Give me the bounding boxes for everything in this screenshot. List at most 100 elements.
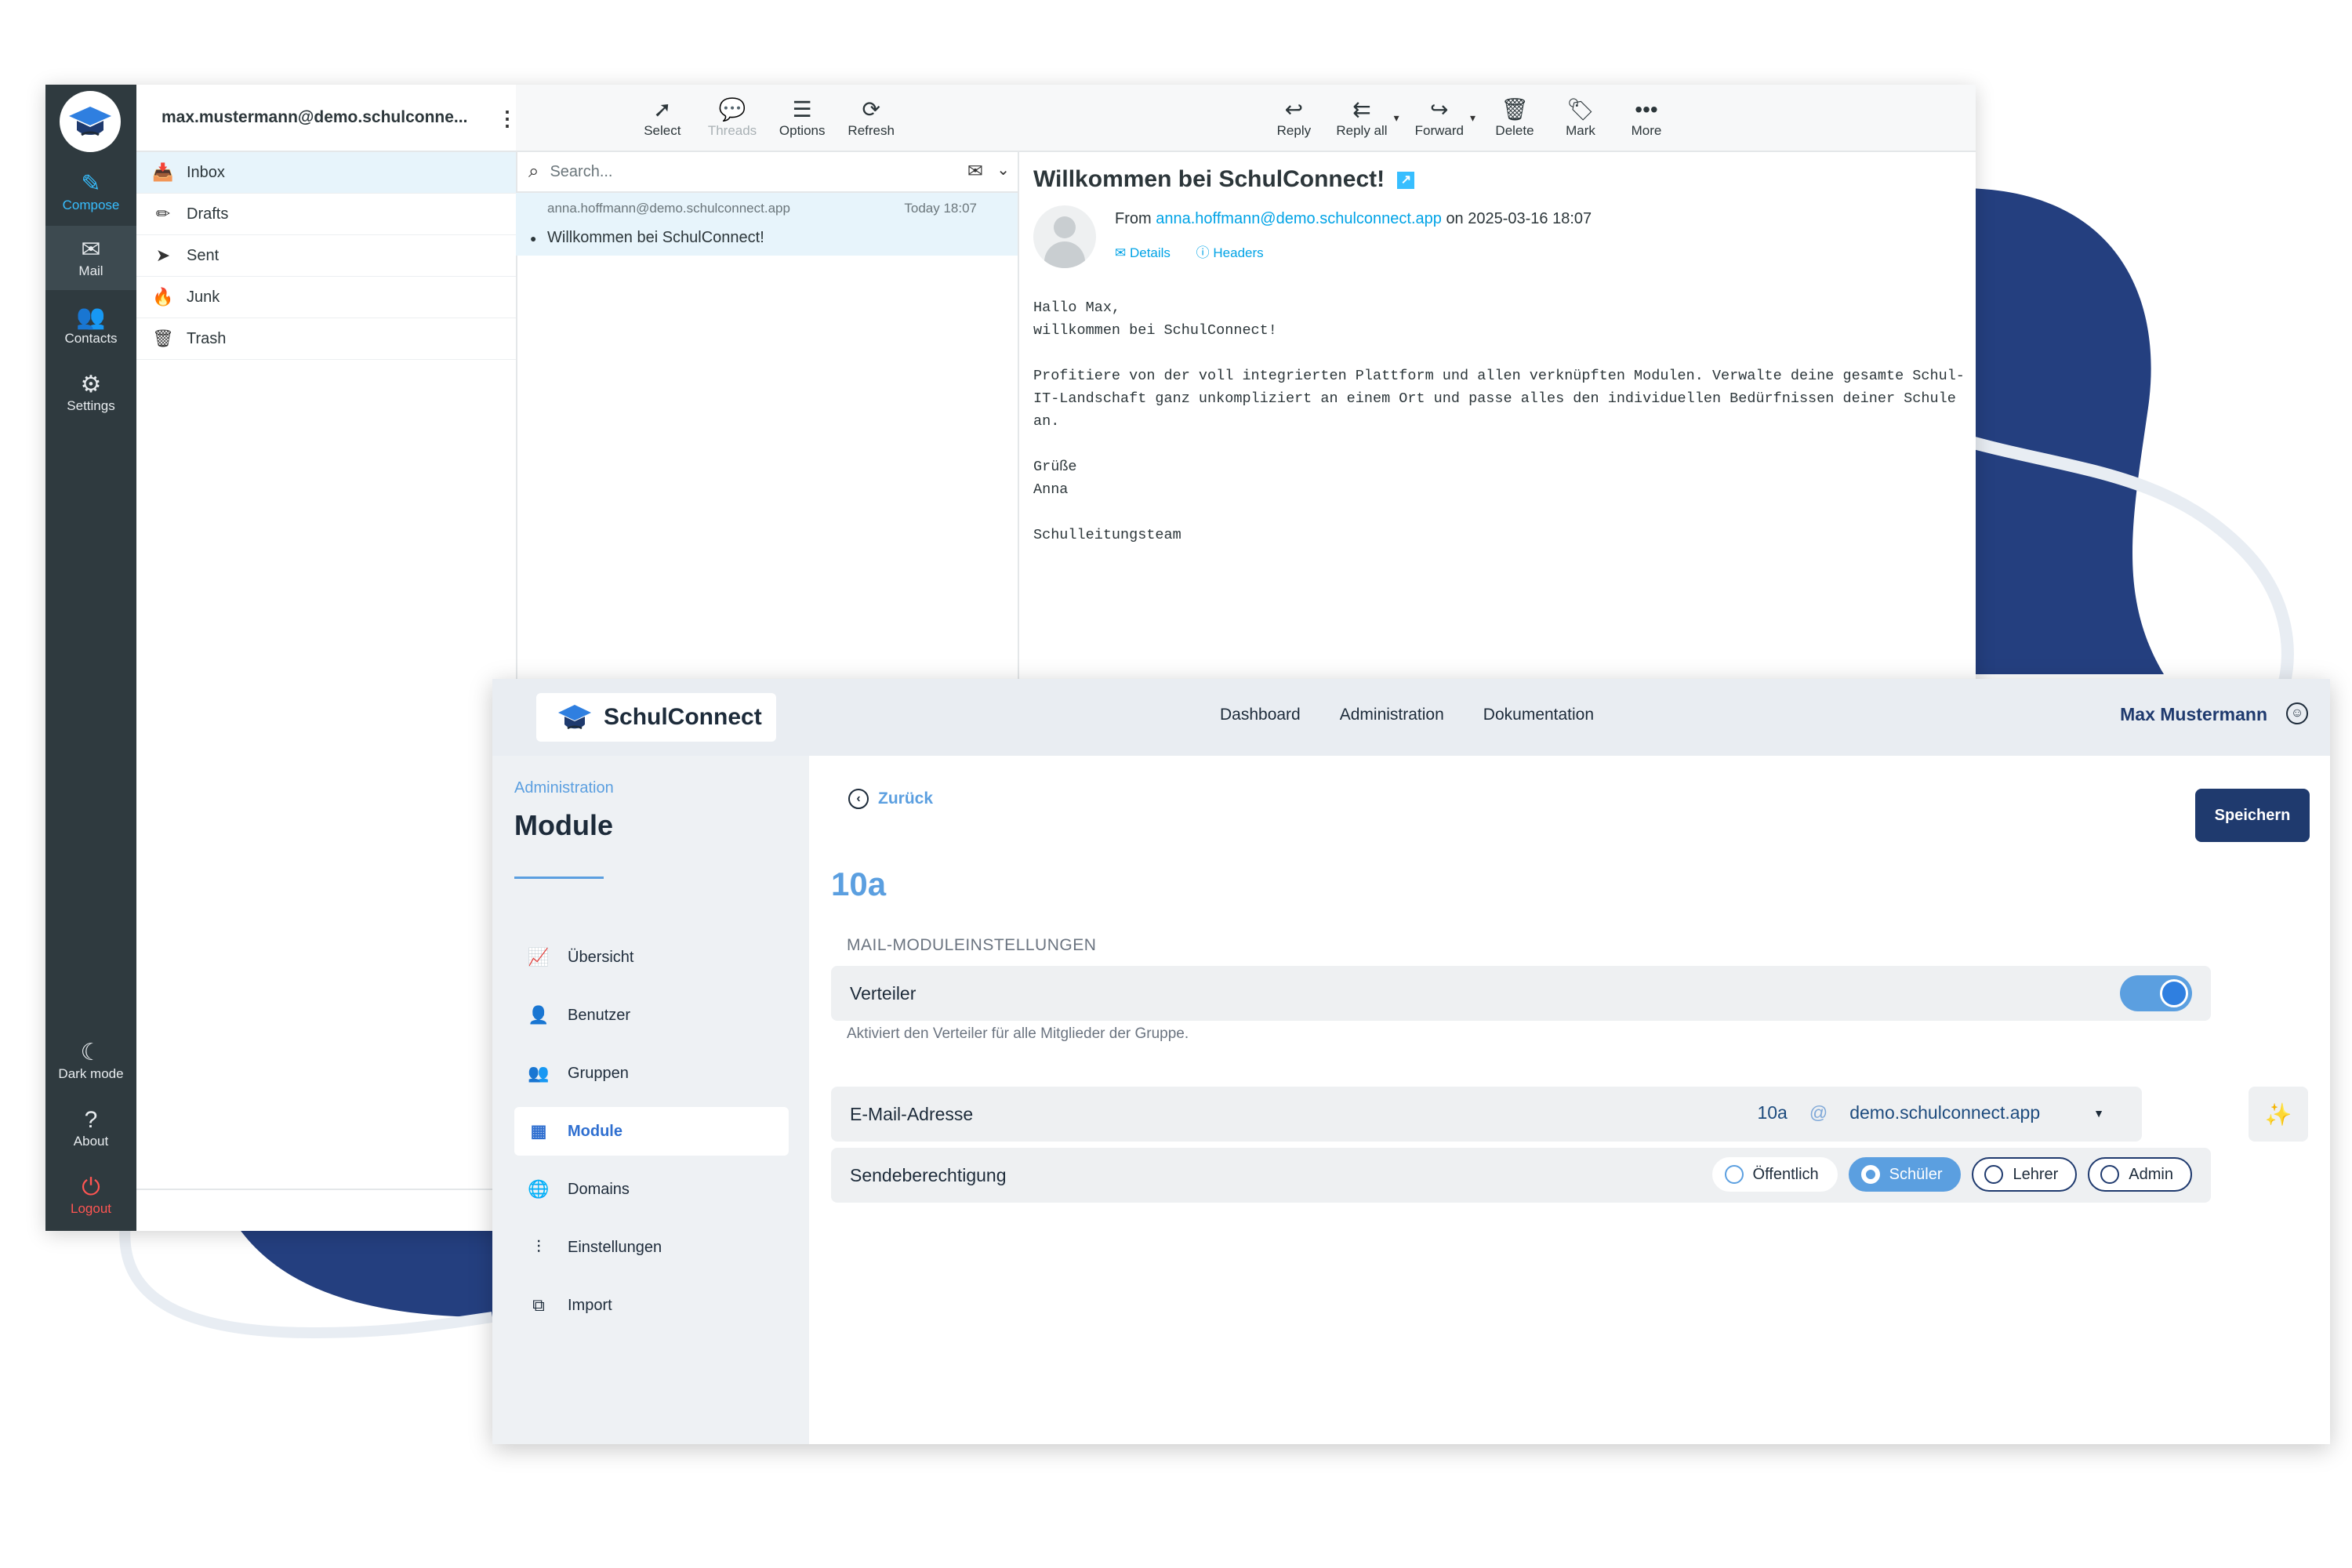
folder-label: Inbox xyxy=(187,163,225,181)
reply-icon: ↩ xyxy=(1284,97,1304,122)
envelope-filter-icon[interactable]: ✉ xyxy=(967,160,983,183)
sidebar-item-uebersicht[interactable]: 📈 Übersicht xyxy=(514,933,789,982)
sidebar-item-module[interactable]: ▦ Module xyxy=(514,1107,789,1156)
options-button[interactable]: ☰ Options xyxy=(771,96,833,139)
headers-label: Headers xyxy=(1213,245,1264,260)
folder-junk[interactable]: 🔥 Junk xyxy=(136,277,516,318)
import-icon: ⧉ xyxy=(532,1295,545,1315)
user-account-icon[interactable]: ☺ xyxy=(2286,702,2308,724)
radio-admin[interactable]: Admin xyxy=(2088,1157,2192,1192)
nav-links: Dashboard Administration Dokumentation xyxy=(1220,706,1594,724)
chevron-down-icon[interactable]: ⌄ xyxy=(996,160,1010,180)
threads-button[interactable]: 💬 Threads xyxy=(700,96,764,139)
verteiler-hint: Aktiviert den Verteiler für alle Mitglie… xyxy=(847,1025,1189,1042)
folder-inbox[interactable]: 📥 Inbox xyxy=(136,152,516,194)
nav-mail[interactable]: ✉ Mail xyxy=(45,226,136,290)
radio-circle-icon xyxy=(1860,1165,1880,1184)
refresh-button[interactable]: ⟳ Refresh xyxy=(840,96,902,139)
gear-icon: ⚙ xyxy=(80,372,102,397)
folder-label: Sent xyxy=(187,246,220,264)
sidebar-item-benutzer[interactable]: 👤 Benutzer xyxy=(514,991,789,1040)
message-subject: Willkommen bei SchulConnect! xyxy=(547,229,764,246)
account-menu-icon[interactable]: ⋮ xyxy=(497,107,517,131)
about-button[interactable]: ? About xyxy=(45,1096,136,1160)
folder-drafts[interactable]: ✏ Drafts xyxy=(136,194,516,235)
forward-button[interactable]: ↪ Forward xyxy=(1407,96,1472,139)
reply-all-dropdown-icon[interactable]: ▾ xyxy=(1394,111,1399,125)
mark-button[interactable]: 🏷 Mark xyxy=(1549,96,1612,139)
email-local-part[interactable]: 10a xyxy=(1757,1102,1787,1123)
chevron-left-icon: ‹ xyxy=(848,789,869,809)
headers-link[interactable]: ⓘ Headers xyxy=(1196,245,1275,260)
external-link-icon[interactable]: ↗ xyxy=(1397,172,1415,190)
sidebar-item-label: Import xyxy=(568,1296,612,1314)
sidebar-item-gruppen[interactable]: 👥 Gruppen xyxy=(514,1049,789,1098)
tag-icon: 🏷 xyxy=(1566,97,1595,122)
user-name[interactable]: Max Mustermann xyxy=(2120,704,2267,725)
options-label: Options xyxy=(779,123,826,138)
search-bar[interactable]: ⌕ Search... ✉ ⌄ xyxy=(516,152,1018,193)
contacts-icon: 👥 xyxy=(76,304,106,330)
graduation-cap-icon xyxy=(558,705,591,730)
caret-down-icon[interactable]: ▼ xyxy=(2093,1107,2104,1120)
breadcrumb[interactable]: Administration xyxy=(514,779,614,797)
verteiler-toggle[interactable] xyxy=(2120,975,2192,1011)
reader-subject-text: Willkommen bei SchulConnect! xyxy=(1033,166,1385,192)
nav-dokumentation[interactable]: Dokumentation xyxy=(1483,706,1594,724)
compose-label: Compose xyxy=(62,198,120,212)
list-toolbar: ➚ Select 💬 Threads ☰ Options ⟳ Refresh xyxy=(516,85,1018,152)
app-logo[interactable] xyxy=(60,91,121,152)
sidebar-item-einstellungen[interactable]: ⫶ Einstellungen xyxy=(514,1223,789,1272)
dark-mode-toggle[interactable]: ☾ Dark mode xyxy=(45,1029,136,1093)
nav-settings[interactable]: ⚙ Settings xyxy=(45,361,136,425)
forward-dropdown-icon[interactable]: ▾ xyxy=(1470,111,1475,125)
sliders-icon: ☰ xyxy=(792,97,812,122)
logout-label: Logout xyxy=(71,1201,111,1216)
from-address-link[interactable]: anna.hoffmann@demo.schulconnect.app xyxy=(1156,210,1442,227)
back-link[interactable]: ‹ Zurück xyxy=(848,789,933,809)
details-link[interactable]: ✉ Details xyxy=(1115,245,1181,260)
sidebar-item-import[interactable]: ⧉ Import xyxy=(514,1281,789,1330)
from-label: From xyxy=(1115,210,1152,227)
email-at-sign: @ xyxy=(1809,1102,1828,1123)
select-button[interactable]: ➚ Select xyxy=(631,96,694,139)
nav-contacts[interactable]: 👥 Contacts xyxy=(45,293,136,358)
reply-all-button[interactable]: ⇇ Reply all xyxy=(1328,96,1395,139)
send-permission-label: Sendeberechtigung xyxy=(850,1164,1007,1185)
reply-button[interactable]: ↩ Reply xyxy=(1262,96,1325,139)
brand-name: SchulConnect xyxy=(604,704,762,730)
folder-trash[interactable]: 🗑 Trash xyxy=(136,318,516,360)
brand-logo[interactable]: SchulConnect xyxy=(536,693,776,742)
radio-oeffentlich[interactable]: Öffentlich xyxy=(1711,1157,1838,1192)
compose-button[interactable]: ✎ Compose xyxy=(45,160,136,224)
more-button[interactable]: ••• More xyxy=(1615,96,1678,139)
reply-all-label: Reply all xyxy=(1336,123,1388,138)
sent-date: on 2025-03-16 18:07 xyxy=(1446,210,1592,227)
reader-subject: Willkommen bei SchulConnect! ↗ xyxy=(1033,166,1415,193)
pencil-icon: ✏ xyxy=(155,204,171,223)
folder-sent[interactable]: ➤ Sent xyxy=(136,235,516,277)
logout-button[interactable]: ⏻ Logout xyxy=(45,1163,136,1228)
account-name: max.mustermann@demo.schulconne... xyxy=(162,108,468,126)
email-value[interactable]: 10a @ demo.schulconnect.app ▼ xyxy=(1757,1102,2104,1123)
about-label: About xyxy=(73,1134,109,1149)
forward-label: Forward xyxy=(1414,123,1464,138)
title-underline xyxy=(514,877,604,879)
message-list-item[interactable]: anna.hoffmann@demo.schulconnect.app Toda… xyxy=(516,193,1018,256)
admin-main: ‹ Zurück Speichern 10a MAIL-MODULEINSTEL… xyxy=(809,756,2330,1444)
search-icon: ⌕ xyxy=(528,161,539,182)
save-button[interactable]: Speichern xyxy=(2195,789,2310,842)
generate-address-button[interactable]: ✨ xyxy=(2249,1087,2308,1142)
nav-administration[interactable]: Administration xyxy=(1340,706,1444,724)
ellipsis-icon: ••• xyxy=(1635,97,1658,122)
nav-contacts-label: Contacts xyxy=(64,331,118,346)
delete-label: Delete xyxy=(1495,123,1534,138)
nav-dashboard[interactable]: Dashboard xyxy=(1220,706,1301,724)
delete-button[interactable]: 🗑 Delete xyxy=(1483,96,1546,139)
sidebar-item-domains[interactable]: 🌐 Domains xyxy=(514,1165,789,1214)
radio-lehrer[interactable]: Lehrer xyxy=(1972,1157,2078,1192)
radio-schueler[interactable]: Schüler xyxy=(1848,1157,1962,1192)
email-domain-select[interactable]: demo.schulconnect.app xyxy=(1849,1102,2040,1123)
refresh-label: Refresh xyxy=(848,123,895,138)
search-input[interactable]: Search... xyxy=(550,163,612,181)
